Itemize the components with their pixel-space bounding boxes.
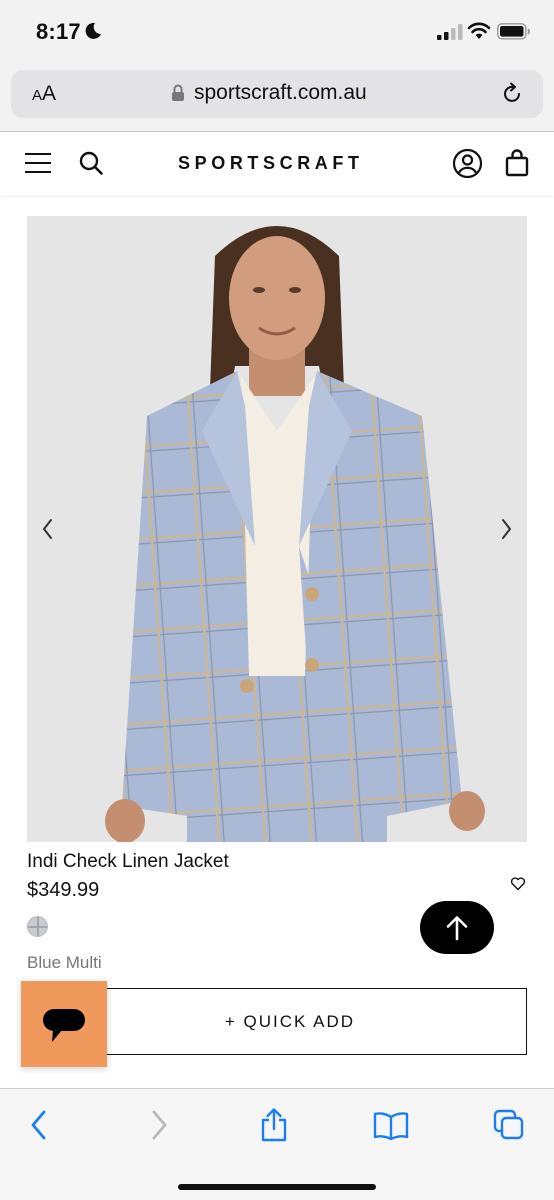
bookmarks-icon[interactable] xyxy=(373,1111,409,1141)
status-bar: 8:17 xyxy=(0,0,554,62)
menu-icon[interactable] xyxy=(25,153,51,175)
address-bar[interactable]: AA sportscraft.com.au xyxy=(11,70,543,118)
site-header: SPORTSCRAFT xyxy=(0,133,554,195)
chat-bubble-icon xyxy=(43,1009,85,1042)
forward-icon[interactable] xyxy=(148,1109,170,1141)
wifi-icon xyxy=(467,22,491,39)
model-photo xyxy=(105,226,485,842)
battery-icon xyxy=(497,23,530,40)
colour-swatch[interactable] xyxy=(27,916,48,937)
brand-logo[interactable]: SPORTSCRAFT xyxy=(178,153,364,174)
status-time: 8:17 xyxy=(36,19,81,44)
lock-icon xyxy=(172,84,184,101)
chevron-right-icon[interactable] xyxy=(498,518,514,540)
product-name[interactable]: Indi Check Linen Jacket xyxy=(27,851,229,873)
reload-icon[interactable] xyxy=(500,82,524,106)
search-icon[interactable] xyxy=(78,150,104,176)
arrow-up-icon xyxy=(446,916,468,941)
product-price: $349.99 xyxy=(27,879,100,901)
back-to-top-button[interactable] xyxy=(420,901,494,954)
tabs-icon[interactable] xyxy=(493,1109,525,1141)
home-indicator xyxy=(178,1184,376,1190)
back-icon[interactable] xyxy=(28,1109,50,1141)
colour-name: Blue Multi xyxy=(27,953,102,972)
product-image[interactable] xyxy=(27,216,527,842)
chat-button[interactable] xyxy=(21,981,107,1067)
browser-top-bar: AA sportscraft.com.au xyxy=(0,62,554,132)
signal-icon xyxy=(437,24,463,40)
share-icon[interactable] xyxy=(259,1107,289,1143)
bag-icon[interactable] xyxy=(505,149,529,177)
text-size-button[interactable]: AA xyxy=(32,82,56,106)
moon-icon xyxy=(85,22,101,39)
url-text[interactable]: sportscraft.com.au xyxy=(194,81,367,105)
chevron-left-icon[interactable] xyxy=(40,518,56,540)
account-icon[interactable] xyxy=(452,148,483,179)
heart-icon[interactable] xyxy=(510,876,526,891)
browser-toolbar xyxy=(0,1088,554,1200)
